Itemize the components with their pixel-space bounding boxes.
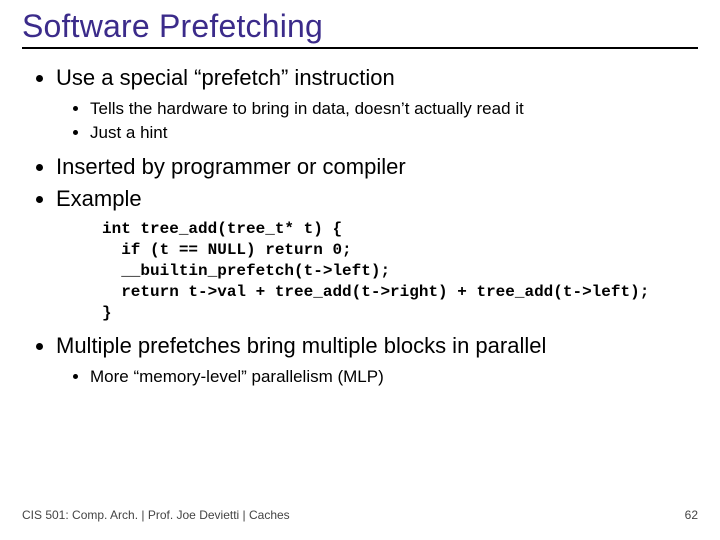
code-line: return t->val + tree_add(t->right) + tre… (102, 283, 649, 301)
slide-title: Software Prefetching (22, 8, 698, 49)
bullet-item: Inserted by programmer or compiler (56, 152, 698, 182)
sub-bullet-list: Tells the hardware to bring in data, doe… (56, 97, 698, 146)
code-line: } (102, 304, 112, 322)
footer-left: CIS 501: Comp. Arch. | Prof. Joe Deviett… (22, 508, 290, 522)
bullet-text: Example (56, 186, 142, 211)
sub-bullet-list: More “memory-level” parallelism (MLP) (56, 365, 698, 390)
footer: CIS 501: Comp. Arch. | Prof. Joe Deviett… (22, 508, 698, 522)
bullet-text: Use a special “prefetch” instruction (56, 65, 395, 90)
code-line: int tree_add(tree_t* t) { (102, 220, 342, 238)
sub-bullet-item: Tells the hardware to bring in data, doe… (90, 97, 698, 122)
code-line: __builtin_prefetch(t->left); (102, 262, 390, 280)
code-block: int tree_add(tree_t* t) { if (t == NULL)… (102, 219, 698, 323)
bullet-text: Multiple prefetches bring multiple block… (56, 333, 546, 358)
bullet-item: Example int tree_add(tree_t* t) { if (t … (56, 184, 698, 324)
bullet-item: Multiple prefetches bring multiple block… (56, 331, 698, 389)
bullet-list: Use a special “prefetch” instruction Tel… (28, 63, 698, 390)
sub-bullet-item: More “memory-level” parallelism (MLP) (90, 365, 698, 390)
code-line: if (t == NULL) return 0; (102, 241, 352, 259)
slide: Software Prefetching Use a special “pref… (0, 0, 720, 540)
sub-bullet-item: Just a hint (90, 121, 698, 146)
bullet-item: Use a special “prefetch” instruction Tel… (56, 63, 698, 146)
footer-page-number: 62 (685, 508, 698, 522)
